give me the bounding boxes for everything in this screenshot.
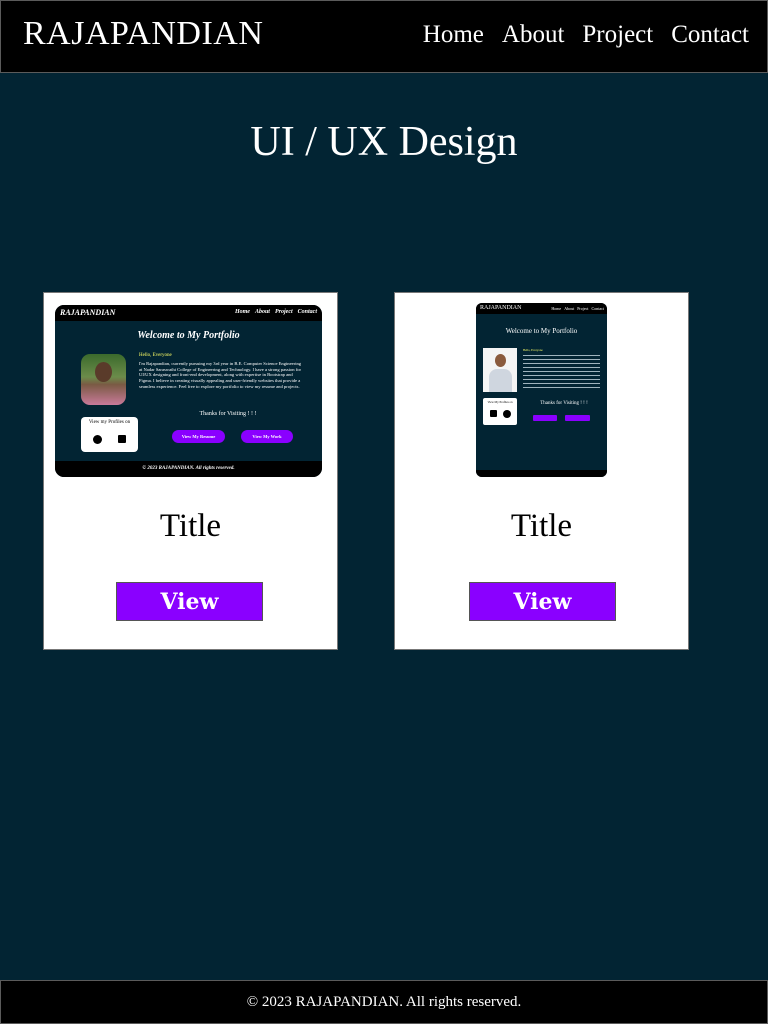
thumbnail-brand: RAJAPANDIAN	[480, 305, 522, 311]
thumbnail-profiles-label: View My Profiles on	[487, 400, 513, 404]
thumbnail-resume-button: View My Resume	[172, 430, 225, 443]
thumbnail-nav-item: About	[564, 306, 575, 311]
thumbnail-bio-lines	[523, 355, 600, 391]
card-title: Title	[159, 508, 222, 544]
avatar-face-shape	[495, 354, 506, 367]
thumbnail-nav: Home About Project Contact	[551, 306, 604, 311]
thumbnail-nav-item: Contact	[297, 309, 317, 315]
nav-about-link[interactable]: About	[502, 21, 565, 49]
thumbnail-nav-item: About	[254, 309, 270, 315]
thumbnail-nav-item: Home	[234, 309, 250, 315]
thumbnail-nav-item: Contact	[591, 306, 604, 311]
thumbnail-heading: Welcome to My Portfolio	[505, 327, 578, 335]
view-button[interactable]: View	[116, 582, 263, 621]
linkedin-icon	[490, 410, 497, 417]
thumbnail-hello: Hello, Everyone	[523, 348, 543, 352]
linkedin-icon	[118, 435, 126, 443]
top-navbar: RAJAPANDIAN Home About Project Contact	[0, 0, 768, 73]
thumbnail-navbar: RAJAPANDIAN Home About Project Contact	[55, 305, 322, 321]
thumbnail-footer	[476, 470, 607, 477]
thumbnail-navbar: RAJAPANDIAN Home About Project Contact	[476, 303, 607, 314]
project-thumbnail-desktop: RAJAPANDIAN Home About Project Contact W…	[55, 305, 322, 477]
thumbnail-thanks: Thanks for Visiting ! ! !	[540, 401, 588, 406]
project-card: RAJAPANDIAN Home About Project Contact W…	[394, 292, 689, 650]
thumbnail-bio: I'm Rajapandian, currently pursuing my 3…	[139, 361, 302, 389]
github-icon	[503, 410, 511, 418]
thumbnail-nav-item: Project	[577, 306, 589, 311]
avatar-face-shape	[95, 362, 112, 382]
github-icon	[93, 435, 102, 444]
thumbnail-profiles-box: View my Profiles on	[81, 417, 138, 452]
thumbnail-profiles-box: View My Profiles on	[483, 398, 517, 425]
thumbnail-nav: Home About Project Contact	[235, 309, 317, 315]
nav-home-link[interactable]: Home	[423, 21, 484, 49]
avatar-shirt-shape	[489, 369, 512, 392]
project-thumbnail-mobile: RAJAPANDIAN Home About Project Contact W…	[476, 303, 607, 477]
thumbnail-resume-button	[533, 415, 557, 421]
thumbnail-nav-item: Project	[274, 309, 293, 315]
nav-project-link[interactable]: Project	[582, 21, 653, 49]
brand-logo[interactable]: RAJAPANDIAN	[23, 15, 263, 53]
thumbnail-work-button	[565, 415, 590, 421]
thumbnail-profiles-label: View my Profiles on	[88, 420, 131, 425]
main-nav: Home About Project Contact	[423, 21, 749, 49]
thumbnail-nav-item: Home	[551, 306, 562, 311]
thumbnail-thanks: Thanks for Visiting ! ! !	[199, 411, 257, 417]
view-button[interactable]: View	[469, 582, 616, 621]
thumbnail-avatar	[81, 354, 126, 405]
thumbnail-work-button: View My Work	[241, 430, 293, 443]
thumbnail-heading: Welcome to My Portfolio	[137, 330, 240, 341]
thumbnail-footer: © 2023 RAJAPANDIAN. All rights reserved.	[55, 461, 322, 477]
thumbnail-hello: Hello, Everyone	[139, 353, 172, 358]
thumbnail-brand: RAJAPANDIAN	[60, 308, 116, 317]
nav-contact-link[interactable]: Contact	[671, 21, 749, 49]
thumbnail-avatar	[483, 348, 517, 392]
footer-copyright: © 2023 RAJAPANDIAN. All rights reserved.	[246, 993, 522, 1010]
page-title: UI / UX Design	[250, 119, 518, 165]
page-footer: © 2023 RAJAPANDIAN. All rights reserved.	[0, 980, 768, 1024]
project-card: RAJAPANDIAN Home About Project Contact W…	[43, 292, 338, 650]
card-title: Title	[510, 508, 573, 544]
